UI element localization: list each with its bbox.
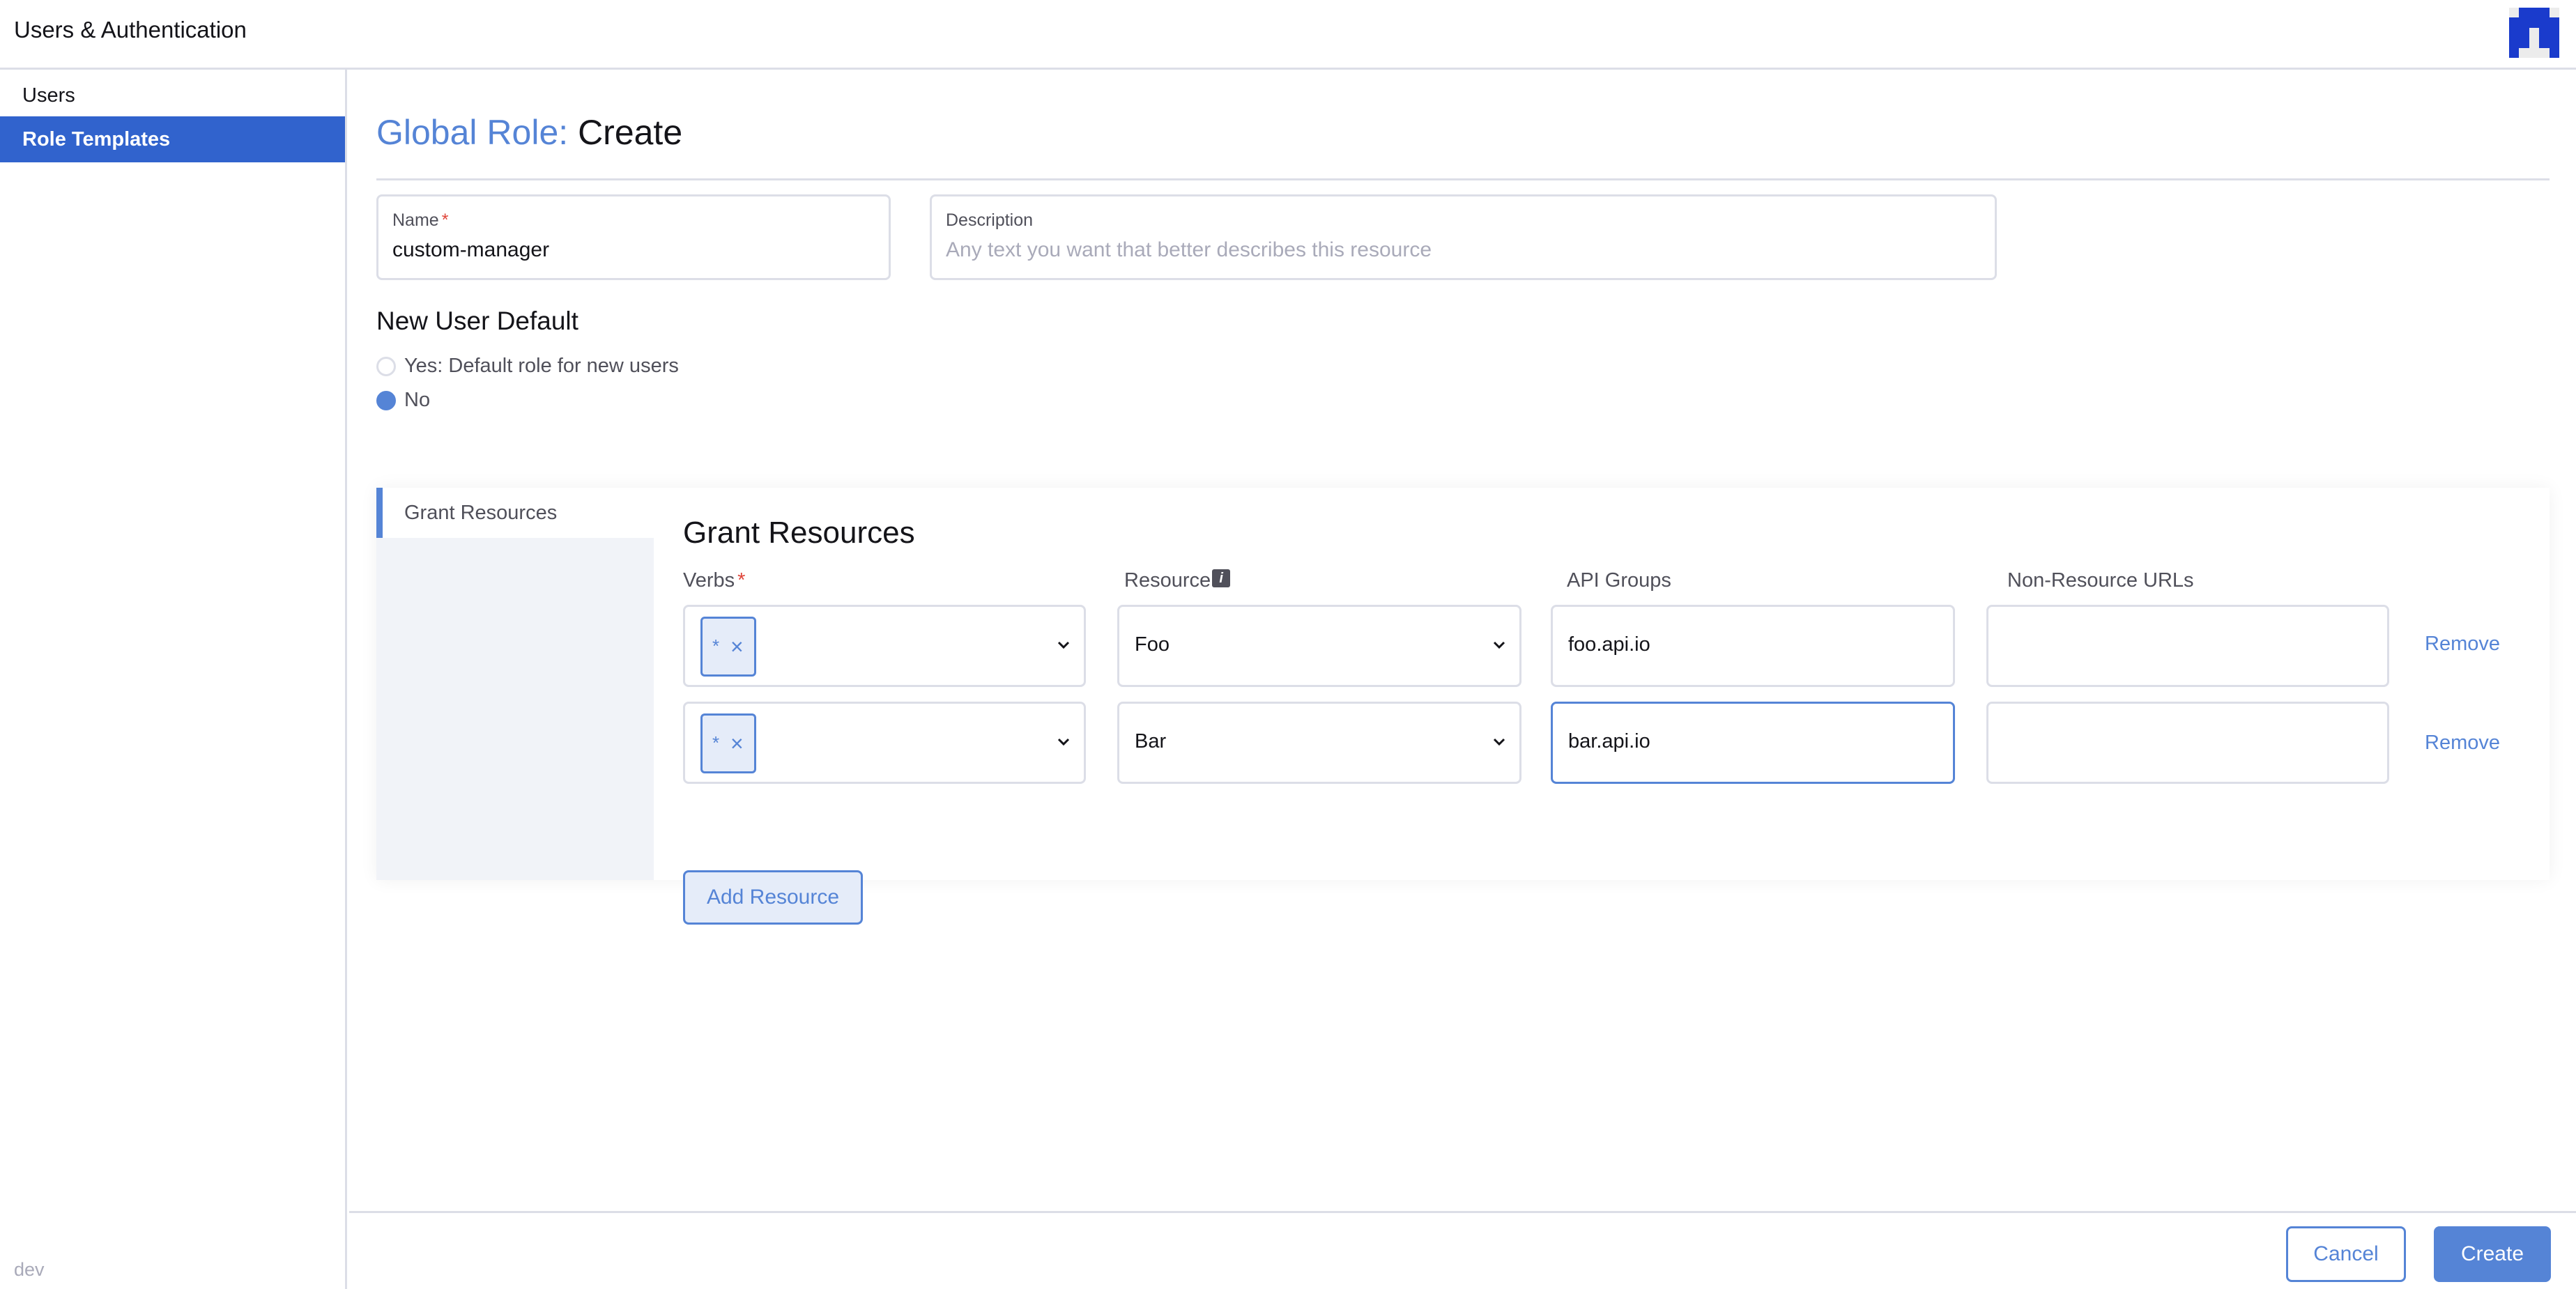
create-button[interactable]: Create [2434, 1226, 2551, 1282]
sidebar-item-role-templates[interactable]: Role Templates [0, 116, 345, 162]
name-label: Name * [392, 210, 449, 230]
chevron-down-icon[interactable] [1053, 635, 1074, 656]
grant-resources-heading: Grant Resources [683, 516, 915, 550]
resource-select[interactable]: Bar [1117, 702, 1521, 784]
verb-chip: * × [700, 713, 756, 773]
non-resource-urls-column-label: Non-Resource URLs [2007, 569, 2194, 592]
api-groups-input[interactable]: bar.api.io [1551, 702, 1955, 784]
app-header: Users & Authentication [0, 0, 2576, 70]
close-icon[interactable]: × [730, 634, 744, 660]
remove-row-link[interactable]: Remove [2425, 633, 2500, 656]
add-resource-button[interactable]: Add Resource [683, 870, 863, 925]
radio-no[interactable]: No [376, 389, 430, 412]
required-mark: * [441, 210, 449, 230]
chevron-down-icon[interactable] [1489, 635, 1510, 656]
verbs-select[interactable]: * × [683, 605, 1086, 687]
chevron-down-icon[interactable] [1053, 732, 1074, 752]
api-groups-value: foo.api.io [1568, 633, 1650, 656]
close-icon[interactable]: × [730, 731, 744, 757]
radio-checked-icon[interactable] [376, 390, 396, 410]
cancel-button[interactable]: Cancel [2286, 1226, 2406, 1282]
main-content: Global Role: Create Name* Description Ne… [349, 72, 2576, 1289]
verbs-column-label: Verbs * [683, 569, 746, 592]
chevron-down-icon[interactable] [1489, 732, 1510, 752]
name-input[interactable] [392, 238, 852, 262]
api-groups-column-label: API Groups [1567, 569, 1671, 592]
resource-value: Bar [1135, 730, 1167, 752]
required-mark: * [737, 569, 746, 592]
sidebar-item-label: Users [22, 84, 75, 107]
info-icon[interactable]: i [1212, 569, 1231, 587]
resource-value: Foo [1135, 633, 1170, 656]
new-user-default-heading: New User Default [376, 307, 578, 335]
title-divider [376, 178, 2550, 180]
sidebar-item-label: Role Templates [22, 128, 171, 150]
app-title: Users & Authentication [14, 17, 247, 43]
name-field[interactable]: Name * [376, 194, 891, 280]
api-groups-input[interactable]: foo.api.io [1551, 605, 1955, 687]
radio-yes[interactable]: Yes: Default role for new users [376, 355, 679, 378]
footer-divider [349, 1211, 2576, 1213]
brand-logo-icon[interactable] [2509, 8, 2559, 58]
api-groups-value: bar.api.io [1568, 730, 1650, 752]
page-title: Global Role: Create [376, 112, 682, 153]
non-resource-urls-input[interactable] [1986, 702, 2389, 784]
resource-column-label: Resource i [1124, 569, 1231, 592]
page-title-action: Create [578, 113, 683, 152]
verbs-select[interactable]: * × [683, 702, 1086, 784]
description-input[interactable] [946, 238, 1903, 262]
sidebar: Users Role Templates dev [0, 70, 347, 1289]
radio-unchecked-icon[interactable] [376, 356, 396, 376]
non-resource-urls-input[interactable] [1986, 605, 2389, 687]
tabs-panel: Grant Resources [376, 488, 654, 880]
verb-chip: * × [700, 617, 756, 677]
resource-select[interactable]: Foo [1117, 605, 1521, 687]
page-title-prefix: Global Role: [376, 113, 569, 152]
verb-chip-label: * [712, 732, 720, 753]
environment-label: dev [14, 1259, 45, 1280]
verb-chip-label: * [712, 635, 720, 656]
radio-yes-label: Yes: Default role for new users [404, 355, 679, 377]
sidebar-item-users[interactable]: Users [0, 72, 345, 118]
remove-row-link[interactable]: Remove [2425, 732, 2500, 755]
description-field[interactable]: Description [930, 194, 1997, 280]
description-label: Description [946, 210, 1034, 230]
grant-resources-card: Grant Resources Grant Resources Verbs * R… [376, 488, 2550, 925]
tab-grant-resources[interactable]: Grant Resources [376, 488, 654, 538]
radio-no-label: No [404, 389, 431, 411]
